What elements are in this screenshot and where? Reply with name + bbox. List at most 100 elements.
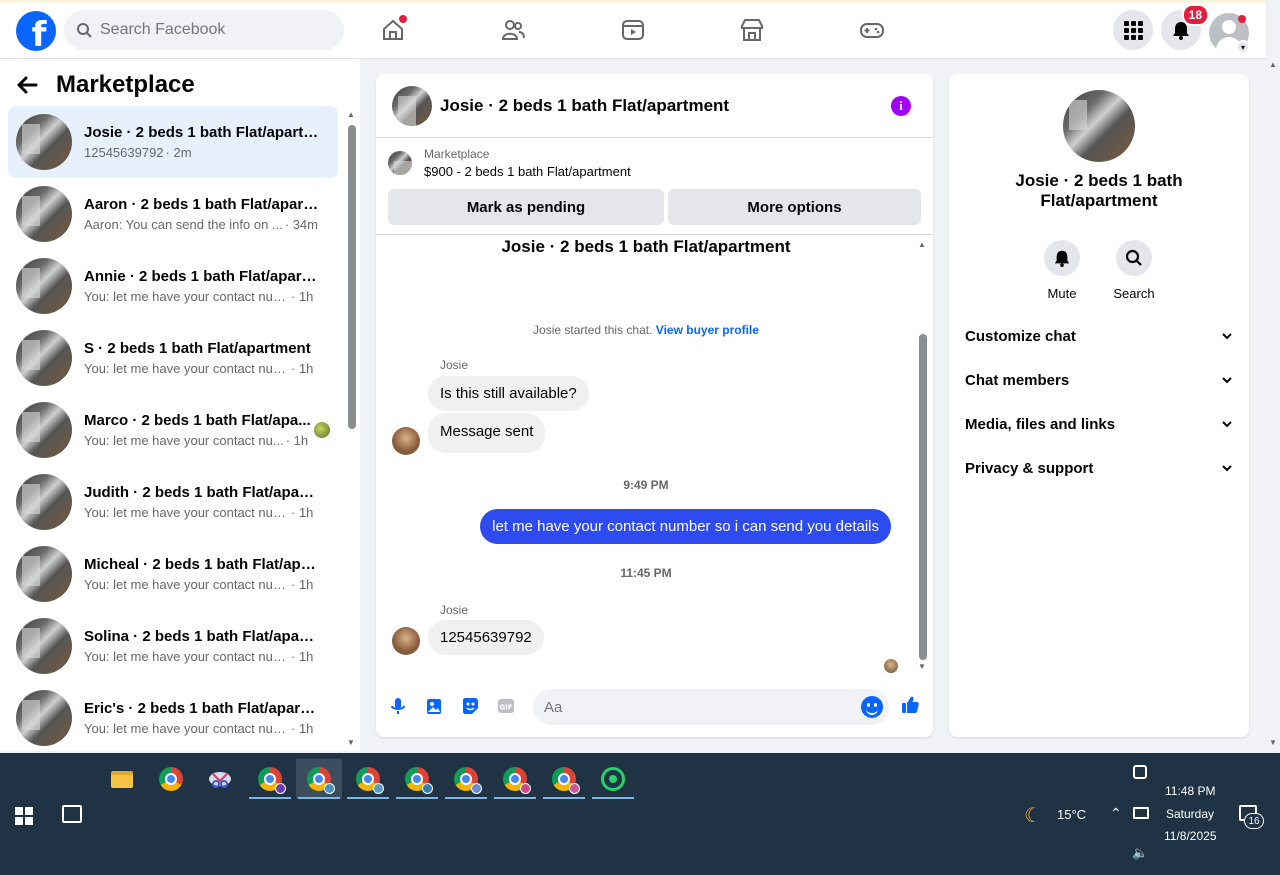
mute-button[interactable]: Mute — [1032, 240, 1092, 301]
chevron-down-icon — [1222, 421, 1232, 428]
scroll-up-arrow-icon[interactable]: ▲ — [347, 110, 355, 119]
search-icon — [1125, 249, 1142, 266]
chat-members-row[interactable]: Chat members — [965, 368, 1233, 392]
message-input-field[interactable] — [533, 689, 889, 725]
nav-gaming[interactable] — [852, 13, 892, 47]
search-box[interactable] — [64, 10, 344, 50]
back-arrow-icon[interactable] — [16, 74, 38, 96]
notifications-button[interactable]: 18 — [1161, 4, 1209, 50]
thread-item-micheal[interactable]: Micheal · 2 beds 1 bath Flat/apar... You… — [8, 538, 338, 610]
taskbar-whatsapp[interactable] — [590, 759, 636, 799]
taskbar-file-explorer[interactable] — [99, 759, 145, 799]
thumbs-up-icon[interactable] — [899, 694, 921, 716]
view-buyer-profile-link[interactable]: View buyer profile — [656, 323, 759, 337]
nav-video[interactable] — [613, 13, 653, 47]
gif-icon[interactable]: GIF — [495, 695, 517, 717]
taskbar-chrome-profile-3[interactable] — [345, 759, 391, 799]
chrome-icon — [159, 767, 183, 791]
network-icon[interactable] — [1133, 807, 1149, 819]
thread-item-judith[interactable]: Judith · 2 beds 1 bath Flat/apart... You… — [8, 466, 338, 538]
chrome-icon — [307, 767, 335, 794]
nav-friends[interactable] — [493, 13, 533, 47]
nav-marketplace[interactable] — [732, 13, 772, 47]
listing-profile-image[interactable] — [1063, 90, 1135, 162]
listing-thumbnail — [16, 114, 72, 170]
clock-time[interactable]: 11:48 PM — [1165, 784, 1215, 798]
weather-moon-icon[interactable]: ☾ — [1024, 803, 1042, 828]
nav-home[interactable] — [373, 13, 413, 47]
photo-icon[interactable] — [423, 695, 445, 717]
listing-thumbnail — [388, 151, 412, 175]
scroll-up-arrow-icon[interactable]: ▲ — [918, 240, 926, 249]
clock-day[interactable]: Saturday — [1166, 807, 1214, 821]
thread-name: Micheal · 2 beds 1 bath Flat/apar... — [84, 556, 319, 573]
page-scroll-down-arrow-icon[interactable]: ▼ — [1269, 738, 1277, 747]
chrome-icon — [258, 767, 286, 794]
taskbar-chrome-profile-6[interactable] — [492, 759, 538, 799]
menu-button[interactable] — [1113, 10, 1153, 50]
message-input[interactable] — [544, 698, 844, 716]
outgoing-message[interactable]: let me have your contact number so i can… — [480, 509, 891, 544]
media-files-links-row[interactable]: Media, files and links — [965, 412, 1233, 436]
page-scroll-up-arrow-icon[interactable]: ▲ — [1269, 60, 1277, 69]
thread-item-josie[interactable]: Josie · 2 beds 1 bath Flat/apartm... 125… — [8, 106, 338, 178]
taskbar-chrome-profile-7[interactable] — [541, 759, 587, 799]
volume-icon[interactable]: 🔈 — [1132, 845, 1148, 861]
thread-item-s[interactable]: S · 2 beds 1 bath Flat/apartment You: le… — [8, 322, 338, 394]
privacy-support-row[interactable]: Privacy & support — [965, 456, 1233, 480]
thread-item-annie[interactable]: Annie · 2 beds 1 bath Flat/apart... You:… — [8, 250, 338, 322]
scroll-down-arrow-icon[interactable]: ▼ — [347, 738, 355, 747]
incoming-message[interactable]: 12545639792 — [428, 620, 544, 655]
thread-name: Marco · 2 beds 1 bath Flat/apa... — [84, 412, 311, 429]
windows-start-icon[interactable] — [15, 807, 33, 825]
mark-as-pending-button[interactable]: Mark as pending — [388, 189, 664, 225]
row-label: Chat members — [965, 371, 1070, 389]
chat-scrollbar[interactable] — [919, 334, 927, 660]
incoming-message[interactable]: Message sent — [428, 413, 546, 453]
listing-thumbnail — [16, 402, 72, 458]
thread-item-aaron[interactable]: Aaron · 2 beds 1 bath Flat/apart... Aaro… — [8, 178, 338, 250]
thread-item-eric[interactable]: Eric's · 2 beds 1 bath Flat/apartm... Yo… — [8, 682, 338, 754]
thread-name: Annie · 2 beds 1 bath Flat/apart... — [84, 268, 319, 285]
facebook-logo[interactable]: f — [16, 11, 56, 51]
weather-temperature[interactable]: 15°C — [1057, 807, 1086, 822]
sender-avatar[interactable] — [392, 627, 420, 655]
task-view-icon[interactable] — [62, 805, 82, 823]
search-input[interactable] — [100, 21, 320, 39]
taskbar-snipping-tool[interactable] — [197, 759, 243, 799]
message-sender: Josie — [440, 603, 469, 617]
taskbar-chrome[interactable] — [148, 759, 194, 799]
emoji-icon[interactable] — [861, 696, 883, 718]
folder-icon — [111, 770, 133, 788]
taskbar-chrome-profile-5[interactable] — [443, 759, 489, 799]
chrome-icon — [552, 767, 580, 794]
sender-avatar[interactable] — [392, 427, 420, 455]
taskbar-chrome-profile-1[interactable] — [247, 759, 293, 799]
thread-time: · 2m — [165, 145, 192, 160]
thread-item-solina[interactable]: Solina · 2 beds 1 bath Flat/apart... You… — [8, 610, 338, 682]
message-composer: GIF — [376, 687, 933, 727]
info-icon[interactable]: i — [891, 96, 911, 116]
listing-summary[interactable]: Marketplace $900 - 2 beds 1 bath Flat/ap… — [376, 138, 933, 188]
message-area: Josie · 2 beds 1 bath Flat/apartment Jos… — [376, 235, 916, 679]
conversation-title: Josie · 2 beds 1 bath Flat/apartment — [501, 237, 791, 256]
search-in-chat-button[interactable]: Search — [1104, 240, 1164, 301]
friends-icon — [501, 20, 525, 40]
sticker-icon[interactable] — [459, 695, 481, 717]
thread-time: · 1h — [291, 577, 314, 592]
microphone-icon[interactable] — [387, 695, 409, 717]
chevron-up-icon[interactable]: ⌃ — [1110, 805, 1122, 822]
sidebar-scrollbar[interactable] — [348, 125, 356, 429]
whatsapp-icon — [601, 767, 625, 791]
listing-thumbnail — [16, 258, 72, 314]
meet-now-icon[interactable] — [1133, 765, 1147, 779]
customize-chat-row[interactable]: Customize chat — [965, 324, 1233, 348]
scroll-down-arrow-icon[interactable]: ▼ — [918, 662, 926, 671]
thread-item-marco[interactable]: Marco · 2 beds 1 bath Flat/apa... You: l… — [8, 394, 338, 466]
more-options-button[interactable]: More options — [668, 189, 921, 225]
taskbar-chrome-profile-4[interactable] — [394, 759, 440, 799]
clock-date[interactable]: 11/8/2025 — [1164, 829, 1217, 843]
chevron-down-icon[interactable]: ▾ — [1236, 40, 1250, 54]
incoming-message[interactable]: Is this still available? — [428, 376, 589, 411]
taskbar-chrome-profile-2[interactable] — [296, 759, 342, 799]
